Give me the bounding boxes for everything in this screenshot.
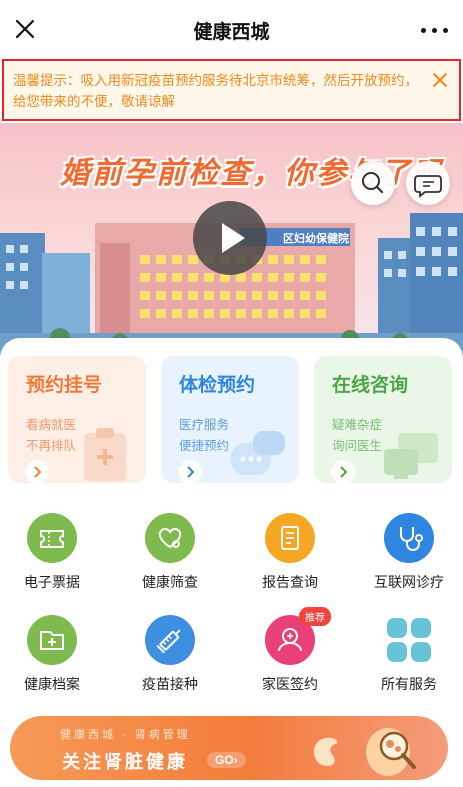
grid-item-family-doctor[interactable]: 推荐 家医签约	[240, 607, 340, 705]
grid-item-e-ticket[interactable]: 电子票据	[2, 513, 102, 603]
promo-subtitle: 健康西城 · 肾病管理	[60, 729, 191, 741]
promo-title: 关注肾脏健康	[62, 752, 188, 772]
go-button[interactable]: GO›	[207, 752, 246, 768]
card-title: 体检预约	[179, 375, 256, 396]
search-button[interactable]	[351, 161, 395, 205]
card-title: 在线咨询	[332, 375, 409, 396]
folder-plus-icon	[27, 615, 77, 665]
ticket-icon	[27, 513, 77, 563]
grid-item-label: 家医签约	[262, 676, 318, 692]
grid-item-label: 疫苗接种	[142, 676, 198, 692]
card-appointment[interactable]: 预约挂号 看病就医 不再排队	[8, 356, 146, 483]
heart-stethoscope-icon	[145, 513, 195, 563]
syringe-icon	[145, 615, 195, 665]
notice-close-icon[interactable]	[431, 71, 449, 89]
card-line2: 便捷预约	[179, 439, 230, 453]
chevron-right-icon	[340, 466, 348, 478]
kidney-health-banner[interactable]: 健康西城 · 肾病管理 关注肾脏健康 GO›	[10, 716, 448, 780]
card-line1: 医疗服务	[179, 418, 230, 432]
message-button[interactable]	[406, 161, 450, 205]
card-line2: 不再排队	[26, 439, 77, 453]
grid-item-all-services[interactable]: 所有服务	[359, 615, 459, 705]
grid-item-label: 报告查询	[262, 574, 318, 590]
card-arrow-button[interactable]	[25, 460, 49, 483]
grid-icon	[384, 615, 434, 665]
chat-bubbles-icon	[231, 431, 285, 475]
notice-banner: 温馨提示：吸入用新冠疫苗预约服务待北京市统筹，然后开放预约，给您带来的不便，敬请…	[2, 59, 461, 121]
promo-video-banner[interactable]: 区妇幼保健院 婚前孕前检查，你参与了吗	[0, 123, 463, 358]
page-title: 健康西城	[193, 22, 270, 43]
search-icon	[362, 172, 384, 194]
recommend-badge: 推荐	[299, 607, 331, 626]
grid-item-health-record[interactable]: 健康档案	[2, 615, 102, 705]
notice-text: 温馨提示：吸入用新冠疫苗预约服务待北京市统筹，然后开放预约，给您带来的不便，敬请…	[13, 73, 418, 109]
clipboard-icon	[84, 428, 126, 481]
more-options-icon[interactable]	[419, 18, 451, 42]
stethoscope-icon	[384, 513, 434, 563]
grid-item-label: 互联网诊疗	[374, 574, 444, 590]
card-physical-exam[interactable]: 体检预约 医疗服务 便捷预约	[161, 356, 299, 483]
grid-item-label: 电子票据	[24, 574, 80, 590]
chevron-right-icon	[187, 466, 195, 478]
card-arrow-button[interactable]	[178, 460, 202, 483]
report-icon	[265, 513, 315, 563]
card-line2: 询问医生	[332, 439, 383, 453]
card-online-consult[interactable]: 在线咨询 疑难杂症 询问医生	[314, 356, 452, 483]
top-bar: 健康西城	[0, 0, 463, 58]
grid-item-report-query[interactable]: 报告查询	[240, 513, 340, 603]
card-line1: 看病就医	[26, 418, 77, 432]
chevron-right-icon	[34, 466, 42, 478]
chat-bubble-icon	[414, 175, 442, 198]
grid-item-vaccination[interactable]: 疫苗接种	[120, 615, 220, 705]
computer-icon	[384, 433, 438, 479]
play-icon	[222, 223, 245, 253]
card-arrow-button[interactable]	[331, 460, 355, 483]
building-sign: 区妇幼保健院	[283, 233, 349, 245]
grid-item-health-screening[interactable]: 健康筛查	[120, 513, 220, 603]
card-line1: 疑难杂症	[332, 418, 383, 432]
grid-item-label: 健康档案	[24, 676, 80, 692]
grid-item-label: 健康筛查	[142, 574, 198, 590]
grid-item-label: 所有服务	[381, 676, 437, 692]
card-title: 预约挂号	[26, 375, 103, 396]
play-video-button[interactable]	[193, 201, 267, 275]
grid-item-internet-diagnosis[interactable]: 互联网诊疗	[359, 513, 459, 603]
kidney-illustration	[313, 728, 416, 776]
